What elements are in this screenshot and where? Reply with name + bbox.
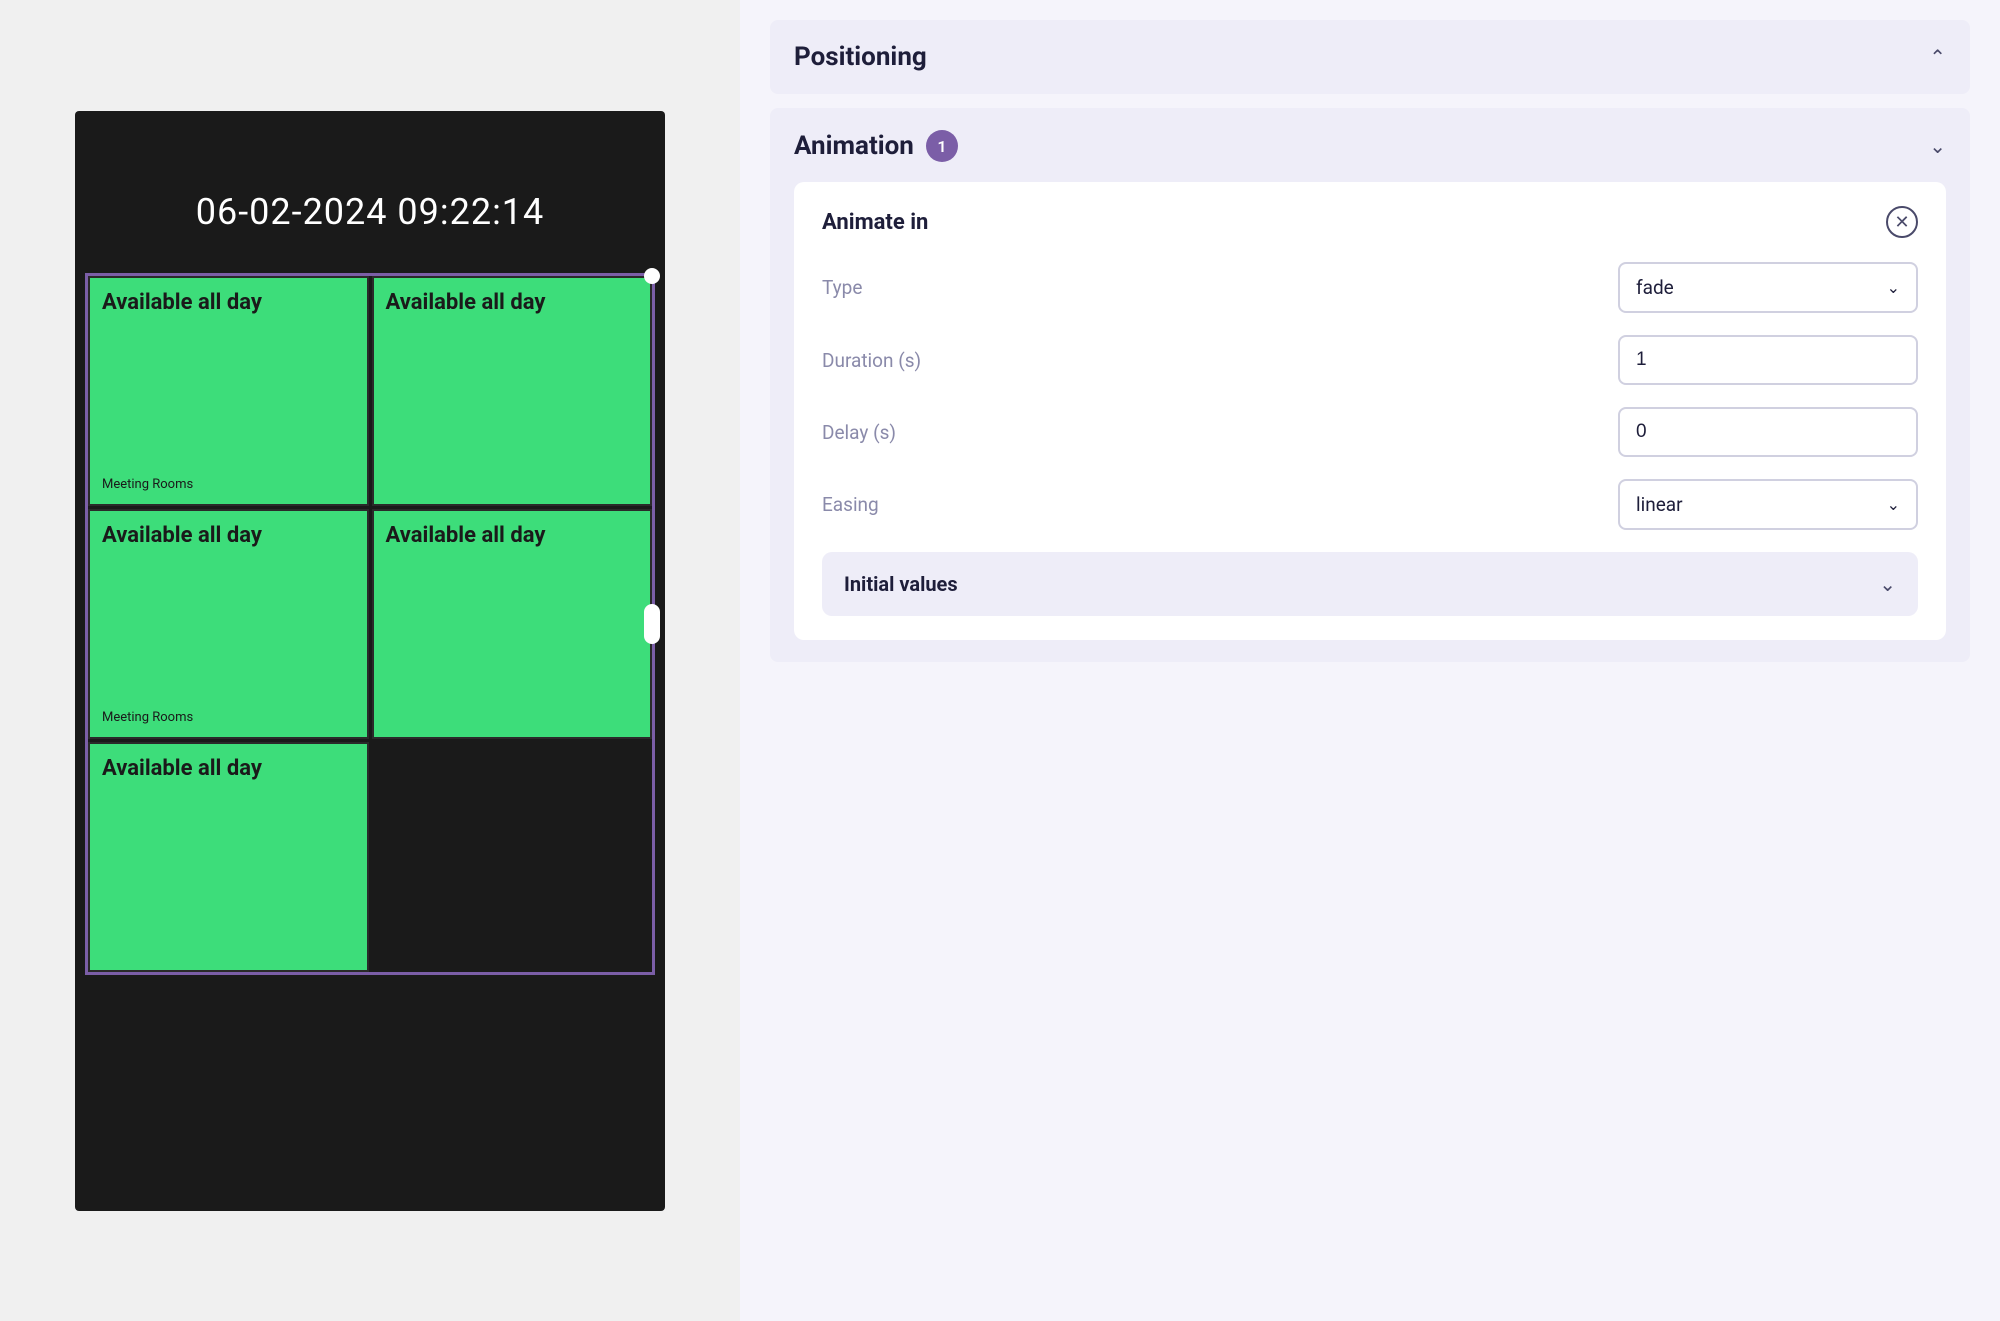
grid-item-title: Available all day [102,290,355,315]
type-select[interactable]: fade ⌄ [1618,262,1918,313]
type-select-value: fade [1636,276,1674,299]
drag-handle-mid[interactable] [644,604,660,644]
initial-values-chevron-icon: ⌄ [1879,572,1896,596]
animation-chevron-icon: ⌄ [1929,134,1946,158]
grid-item-title: Available all day [386,290,639,315]
easing-select-chevron-icon: ⌄ [1887,495,1900,514]
grid-item-title: Available all day [102,756,355,781]
drag-handle-top[interactable] [644,268,660,284]
duration-input[interactable] [1618,335,1918,385]
animation-title: Animation [794,131,914,161]
animation-section-header[interactable]: Animation 1 ⌄ [794,130,1946,162]
datetime-display: 06-02-2024 09:22:14 [75,111,665,233]
grid-item-title: Available all day [386,523,639,548]
grid-item-title: Available all day [102,523,355,548]
grid-item: Available all day Meeting Rooms [88,276,369,506]
close-icon: ✕ [1894,212,1909,233]
grid-item-label: Meeting Rooms [102,477,355,492]
easing-row: Easing linear ⌄ [822,479,1918,530]
duration-row: Duration (s) [822,335,1918,385]
positioning-section-header[interactable]: Positioning ⌃ [770,20,1970,94]
easing-select-value: linear [1636,493,1683,516]
easing-control: linear ⌄ [1618,479,1918,530]
animation-section: Animation 1 ⌄ Animate in ✕ Type fade ⌄ [770,108,1970,662]
positioning-chevron-icon: ⌃ [1929,45,1946,69]
type-label: Type [822,276,1618,299]
duration-control [1618,335,1918,385]
easing-select[interactable]: linear ⌄ [1618,479,1918,530]
grid-item: Available all day [88,742,369,972]
easing-label: Easing [822,493,1618,516]
initial-values-title: Initial values [844,572,958,596]
delay-input[interactable] [1618,407,1918,457]
animate-in-title: Animate in [822,210,928,235]
animation-header-left: Animation 1 [794,130,958,162]
animation-badge: 1 [926,130,958,162]
type-select-chevron-icon: ⌄ [1887,278,1900,297]
delay-control [1618,407,1918,457]
room-grid: Available all day Meeting Rooms Availabl… [85,273,655,975]
grid-item-label: Meeting Rooms [102,710,355,725]
initial-values-header[interactable]: Initial values ⌄ [822,552,1918,616]
grid-item: Available all day [372,509,653,739]
delay-label: Delay (s) [822,421,1618,444]
animate-in-card: Animate in ✕ Type fade ⌄ Duration (s) [794,182,1946,640]
preview-canvas: 06-02-2024 09:22:14 Available all day Me… [75,111,665,1211]
type-control: fade ⌄ [1618,262,1918,313]
animate-in-header: Animate in ✕ [822,206,1918,238]
grid-item: Available all day [372,276,653,506]
type-row: Type fade ⌄ [822,262,1918,313]
positioning-title: Positioning [794,42,927,72]
delay-row: Delay (s) [822,407,1918,457]
initial-values-section: Initial values ⌄ [822,552,1918,616]
animate-in-close-button[interactable]: ✕ [1886,206,1918,238]
properties-panel: Positioning ⌃ Animation 1 ⌄ Animate in ✕… [740,0,2000,1321]
grid-item: Available all day Meeting Rooms [88,509,369,739]
preview-panel: 06-02-2024 09:22:14 Available all day Me… [0,0,740,1321]
duration-label: Duration (s) [822,349,1618,372]
